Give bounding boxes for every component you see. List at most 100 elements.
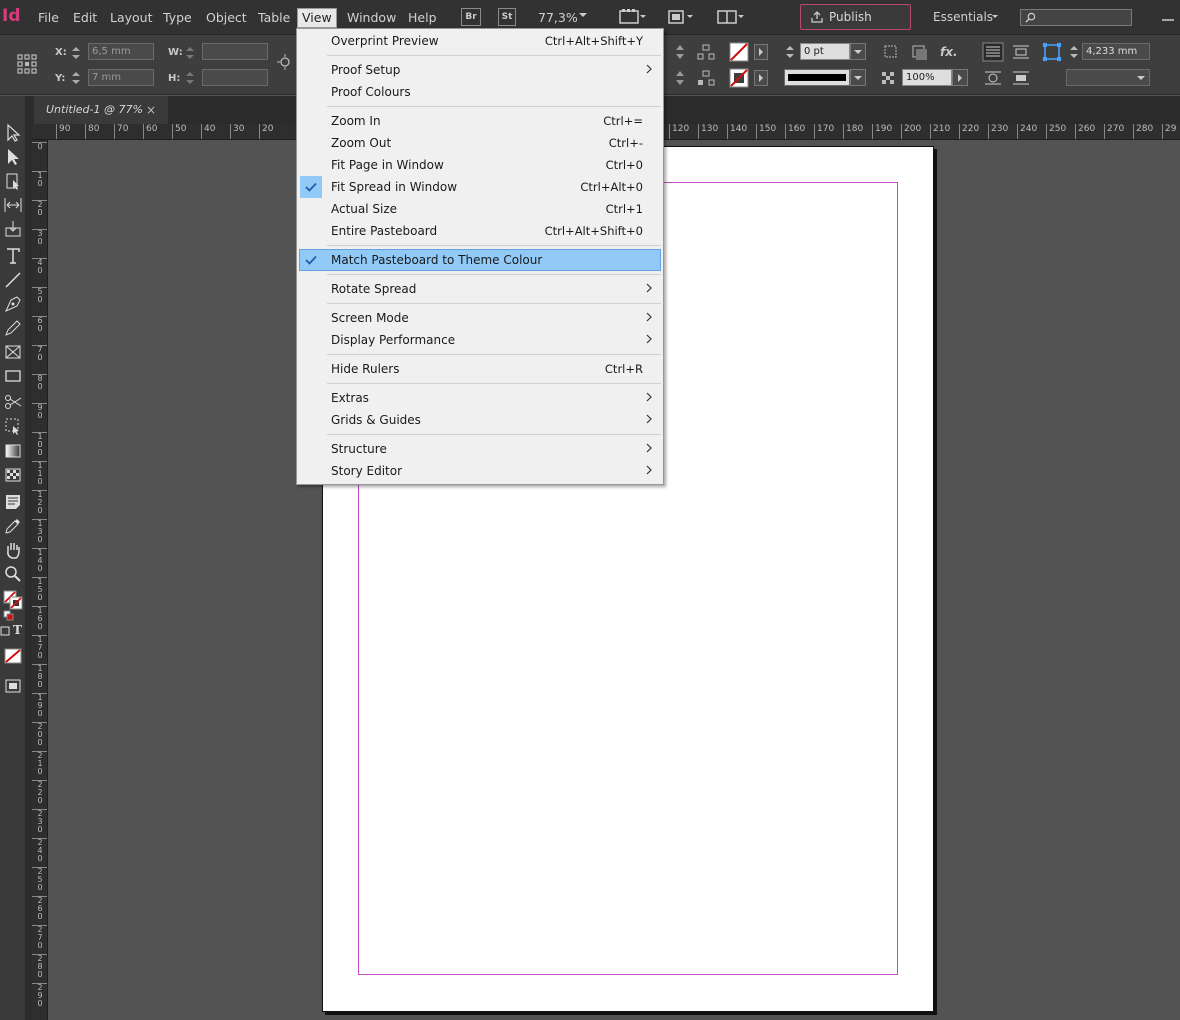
workspace-switcher[interactable]: Essentials <box>933 10 993 24</box>
gradient-swatch-tool-icon[interactable] <box>3 441 23 461</box>
menu-item-structure[interactable]: Structure <box>299 438 661 460</box>
scissors-tool-icon[interactable] <box>3 392 23 412</box>
menu-item-hide-rulers[interactable]: Hide Rulers Ctrl+R <box>299 358 661 380</box>
type-tool-icon[interactable] <box>3 246 23 266</box>
gap-input[interactable]: 4,233 mm <box>1082 43 1150 60</box>
minimize-icon[interactable] <box>1158 8 1178 26</box>
direct-selection-tool-icon[interactable] <box>3 147 23 167</box>
menu-item-extras[interactable]: Extras <box>299 387 661 409</box>
gap-stepper-icon[interactable] <box>1066 43 1082 61</box>
w-stepper-icon[interactable] <box>182 44 198 62</box>
style-dropdown-icon[interactable] <box>1132 69 1150 87</box>
view-options-icon[interactable] <box>618 8 648 26</box>
rectangle-frame-tool-icon[interactable] <box>3 342 23 362</box>
fill-none-swatch-icon[interactable] <box>729 42 749 62</box>
text-wrap-shape-icon[interactable] <box>982 68 1004 88</box>
y-stepper-icon[interactable] <box>68 69 84 87</box>
select-container-icon[interactable] <box>696 43 716 61</box>
opacity-input[interactable]: 100% <box>902 69 952 86</box>
pencil-tool-icon[interactable] <box>3 318 23 338</box>
menu-help[interactable]: Help <box>404 9 441 27</box>
constrain-proportions-icon[interactable] <box>276 53 294 71</box>
selection-tool-icon[interactable] <box>3 123 23 143</box>
object-shadow-icon[interactable] <box>910 43 930 61</box>
zoom-dropdown-icon[interactable] <box>578 9 588 21</box>
gap-tool-icon[interactable] <box>3 195 23 215</box>
stock-button[interactable]: St <box>498 8 516 26</box>
line-tool-icon[interactable] <box>3 270 23 290</box>
zoom-tool-icon[interactable] <box>3 564 23 584</box>
drop-shadow-icon[interactable] <box>882 43 902 61</box>
menu-item-fit-page[interactable]: Fit Page in Window Ctrl+0 <box>299 154 661 176</box>
x-position-input[interactable]: 6,5 mm <box>88 43 154 60</box>
menu-item-story-editor[interactable]: Story Editor <box>299 460 661 482</box>
reference-point-icon[interactable] <box>16 53 38 75</box>
menu-item-proof-setup[interactable]: Proof Setup <box>299 59 661 81</box>
text-wrap-none-icon[interactable] <box>982 42 1004 62</box>
menu-file[interactable]: File <box>34 9 63 27</box>
bridge-button[interactable]: Br <box>461 8 481 26</box>
menu-view[interactable]: View <box>297 8 337 28</box>
free-transform-tool-icon[interactable] <box>3 416 23 436</box>
menu-item-proof-colours[interactable]: Proof Colours <box>299 81 661 103</box>
menu-item-fit-spread[interactable]: Fit Spread in Window Ctrl+Alt+0 <box>299 176 661 198</box>
flip-vertical-icon[interactable] <box>670 43 690 61</box>
menu-item-entire-pasteboard[interactable]: Entire Pasteboard Ctrl+Alt+Shift+0 <box>299 220 661 242</box>
publish-online-button[interactable]: Publish Online <box>800 4 911 48</box>
search-input[interactable] <box>1020 9 1132 26</box>
hand-tool-icon[interactable] <box>3 540 23 560</box>
menu-item-screen-mode[interactable]: Screen Mode <box>299 307 661 329</box>
flip-horizontal-icon[interactable] <box>670 69 690 87</box>
stroke-type-select[interactable] <box>784 69 850 86</box>
note-tool-icon[interactable] <box>3 492 23 512</box>
stroke-weight-input[interactable]: 0 pt <box>800 43 850 60</box>
menu-window[interactable]: Window <box>343 9 400 27</box>
frame-fitting-icon[interactable] <box>1042 42 1062 62</box>
screen-mode-tool-icon[interactable] <box>3 676 23 696</box>
gradient-feather-tool-icon[interactable] <box>3 465 23 485</box>
arrange-documents-icon[interactable] <box>716 8 746 26</box>
page-tool-icon[interactable] <box>3 171 23 191</box>
menu-table[interactable]: Table <box>254 9 294 27</box>
menu-item-zoom-out[interactable]: Zoom Out Ctrl+- <box>299 132 661 154</box>
height-input[interactable] <box>202 69 268 86</box>
menu-object[interactable]: Object <box>202 9 251 27</box>
stroke-dropdown-icon[interactable] <box>754 70 768 86</box>
text-wrap-box-icon[interactable] <box>1010 42 1032 62</box>
screen-mode-icon[interactable] <box>666 8 696 26</box>
menu-item-display-performance[interactable]: Display Performance <box>299 329 661 351</box>
fill-stroke-swatch-icon[interactable] <box>3 590 23 610</box>
content-collector-tool-icon[interactable] <box>3 219 23 239</box>
menu-item-rotate-spread[interactable]: Rotate Spread <box>299 278 661 300</box>
opacity-dropdown-icon[interactable] <box>952 69 968 87</box>
stroke-weight-dropdown-icon[interactable] <box>850 43 866 61</box>
select-content-icon[interactable] <box>696 69 716 87</box>
menu-item-actual-size[interactable]: Actual Size Ctrl+1 <box>299 198 661 220</box>
width-input[interactable] <box>202 43 268 60</box>
close-tab-icon[interactable]: × <box>146 96 156 124</box>
menu-item-overprint-preview[interactable]: Overprint Preview Ctrl+Alt+Shift+Y <box>299 30 661 52</box>
h-stepper-icon[interactable] <box>182 69 198 87</box>
menu-edit[interactable]: Edit <box>69 9 101 27</box>
x-stepper-icon[interactable] <box>68 44 84 62</box>
menu-item-match-pasteboard[interactable]: Match Pasteboard to Theme Colour <box>299 249 661 271</box>
y-position-input[interactable]: 7 mm <box>88 69 154 86</box>
menu-item-zoom-in[interactable]: Zoom In Ctrl+= <box>299 110 661 132</box>
formatting-container-icon[interactable] <box>0 624 12 638</box>
menu-layout[interactable]: Layout <box>106 9 157 27</box>
menu-type[interactable]: Type <box>159 9 196 27</box>
pen-tool-icon[interactable] <box>3 294 23 314</box>
fill-dropdown-icon[interactable] <box>754 44 768 60</box>
effects-icon[interactable]: fx. <box>940 45 958 59</box>
apply-none-icon[interactable] <box>3 646 23 666</box>
rectangle-tool-icon[interactable] <box>3 366 23 386</box>
default-colors-icon[interactable] <box>3 610 15 622</box>
menu-item-grids-guides[interactable]: Grids & Guides <box>299 409 661 431</box>
text-wrap-jump-icon[interactable] <box>1010 68 1032 88</box>
stroke-swatch-icon[interactable] <box>729 68 749 88</box>
vertical-ruler[interactable]: 01 02 03 04 05 06 07 08 09 01 0 01 1 01 … <box>32 140 48 1020</box>
stroke-type-dropdown-icon[interactable] <box>850 69 866 87</box>
stroke-weight-stepper-icon[interactable] <box>782 43 798 61</box>
workspace-dropdown-icon[interactable] <box>990 12 1000 22</box>
zoom-level[interactable]: 77,3% <box>538 10 578 25</box>
